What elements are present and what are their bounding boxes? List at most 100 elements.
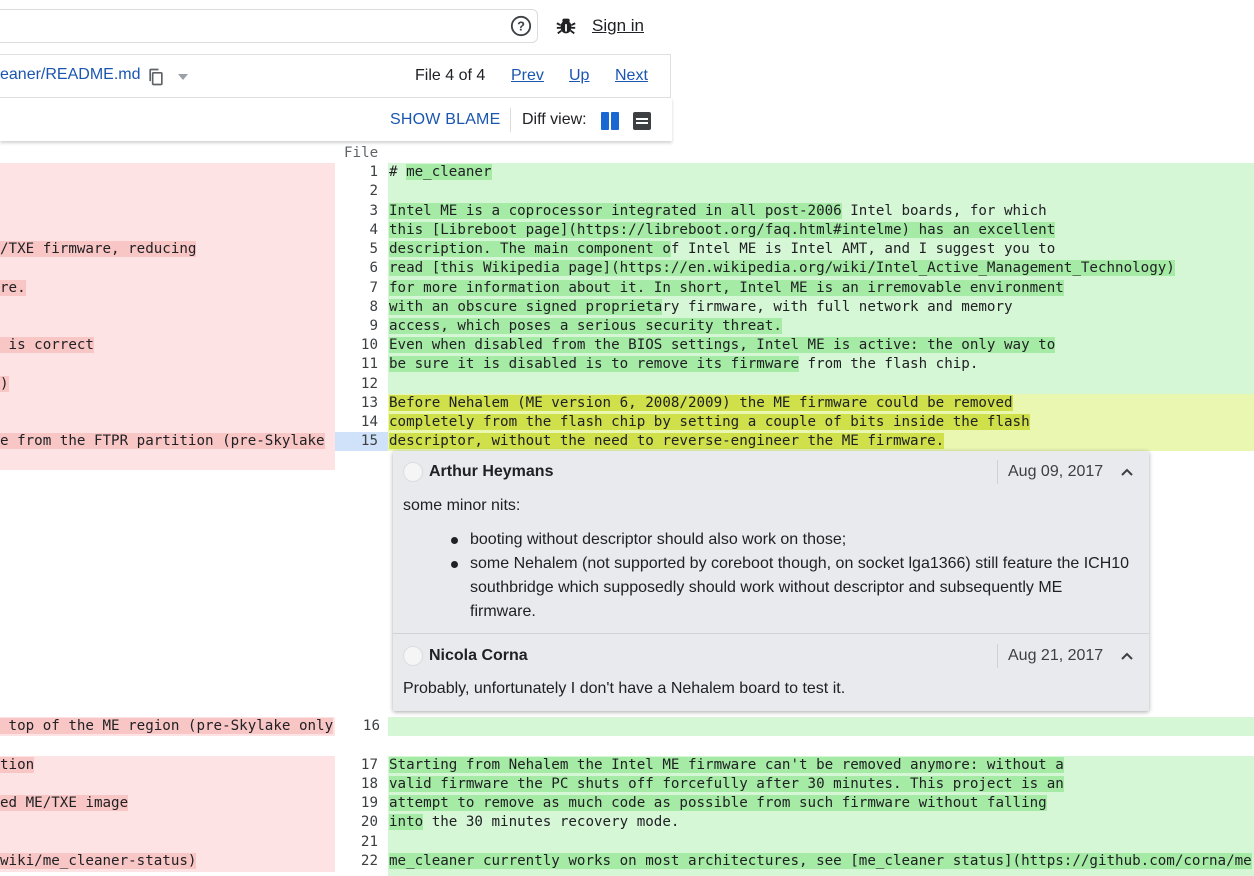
- line-number[interactable]: 7: [338, 279, 378, 298]
- left-code-line: e from the FTPR partition (pre-Skylake: [0, 432, 325, 451]
- removed-text: is correct: [0, 337, 94, 353]
- left-code-line: ed ME/TXE image: [0, 794, 129, 813]
- line-number[interactable]: 18: [338, 775, 378, 794]
- bullet-text: booting without descriptor should also w…: [470, 531, 847, 548]
- right-code-line: descriptor, without the need to reverse-…: [389, 432, 945, 451]
- removed-text: wiki/me_cleaner-status): [0, 853, 197, 869]
- next-file-link[interactable]: Next: [615, 67, 648, 85]
- right-code-line: into the 30 minutes recovery mode.: [389, 813, 679, 832]
- right-code-line: completely from the flash chip by settin…: [389, 413, 1030, 432]
- sign-in-link[interactable]: Sign in: [592, 16, 644, 36]
- line-number[interactable]: 17: [338, 756, 378, 775]
- right-code-line: this [Libreboot page](https://libreboot.…: [389, 221, 1056, 240]
- added-text: attempt to remove as much code as possib…: [389, 795, 1047, 811]
- prev-file-link[interactable]: Prev: [511, 67, 544, 85]
- code-text: #: [389, 164, 407, 180]
- added-text: valid firmware the PC shuts off forceful…: [389, 776, 1064, 792]
- line-number[interactable]: 14: [338, 413, 378, 432]
- up-link[interactable]: Up: [569, 67, 589, 85]
- line-number[interactable]: 20: [338, 813, 378, 832]
- code-text: f Intel ME is Intel AMT, and I suggest y…: [670, 241, 1056, 257]
- avatar: [403, 462, 423, 482]
- code-text: the 30 minutes recovery mode.: [423, 814, 680, 830]
- added-text: me_cleaner currently works on most archi…: [389, 853, 1252, 869]
- left-code-line: top of the ME region (pre-Skylake only: [0, 717, 334, 736]
- comment-divider: [393, 633, 1149, 634]
- removed-text: /TXE firmware, reducing: [0, 241, 197, 257]
- line-number[interactable]: 11: [338, 355, 378, 374]
- comment-body: some minor nits:: [403, 497, 521, 514]
- added-lines-bg: [388, 717, 1254, 736]
- line-number[interactable]: 19: [338, 794, 378, 813]
- right-code-line: for more information about it. In short,…: [389, 279, 1064, 298]
- chevron-down-icon[interactable]: [176, 70, 190, 84]
- left-code-line: ): [0, 375, 9, 394]
- line-number[interactable]: 9: [338, 317, 378, 336]
- added-text: Even when disabled from the BIOS setting…: [389, 337, 1056, 353]
- search-input[interactable]: [0, 9, 538, 43]
- right-code-line: with an obscure signed proprietary firmw…: [389, 298, 1013, 317]
- bullet-text: some Nehalem (not supported by coreboot …: [470, 555, 1130, 620]
- line-number[interactable]: 13: [338, 394, 378, 413]
- removed-text: ed ME/TXE image: [0, 795, 129, 811]
- line-number[interactable]: 6: [338, 259, 378, 278]
- right-code-line: read [this Wikipedia page](https://en.wi…: [389, 259, 1175, 278]
- added-text: Starting from Nehalem the Intel ME firmw…: [389, 757, 1064, 773]
- line-number[interactable]: 8: [338, 298, 378, 317]
- added-text: description. The main component o: [389, 241, 671, 257]
- svg-text:?: ?: [517, 19, 525, 34]
- line-number[interactable]: 3: [338, 202, 378, 221]
- added-text: Before Nehalem (ME version 6, 2008/2009)…: [389, 395, 1013, 411]
- line-number[interactable]: 5: [338, 240, 378, 259]
- removed-text: re.: [0, 280, 26, 296]
- line-number[interactable]: 10: [338, 336, 378, 355]
- line-number[interactable]: 15: [338, 432, 378, 451]
- diff-view-label: Diff view:: [522, 111, 587, 128]
- copy-icon[interactable]: [146, 67, 166, 87]
- added-text: Intel ME is a coprocessor integrated in …: [389, 203, 842, 219]
- comment-body: Probably, unfortunately I don't have a N…: [403, 680, 846, 697]
- removed-text: tion: [0, 757, 35, 773]
- right-code-line: # me_cleaner: [389, 163, 492, 182]
- unified-view-icon[interactable]: [632, 111, 652, 131]
- toolbar-divider: [510, 108, 511, 132]
- added-text: into: [389, 814, 424, 830]
- right-code-line: me_cleaner currently works on most archi…: [389, 852, 1252, 871]
- line-number[interactable]: 1: [338, 163, 378, 182]
- added-text: for more information about it. In short,…: [389, 280, 1064, 296]
- line-number[interactable]: 22: [338, 852, 378, 871]
- removed-text: top of the ME region (pre-Skylake only: [0, 718, 334, 734]
- file-path[interactable]: eaner/README.md: [0, 66, 141, 84]
- file-column-header: File: [344, 145, 379, 161]
- right-code-line: valid firmware the PC shuts off forceful…: [389, 775, 1064, 794]
- comment-bullet-list: booting without descriptor should also w…: [451, 528, 1131, 624]
- right-code-line: attempt to remove as much code as possib…: [389, 794, 1047, 813]
- line-number[interactable]: 12: [338, 375, 378, 394]
- right-code-line: Starting from Nehalem the Intel ME firmw…: [389, 756, 1064, 775]
- list-item: some Nehalem (not supported by coreboot …: [451, 552, 1131, 624]
- right-code-line: access, which poses a serious security t…: [389, 317, 782, 336]
- avatar: [403, 646, 423, 666]
- side-by-side-view-icon[interactable]: [600, 111, 620, 131]
- added-text: access, which poses a serious security t…: [389, 318, 782, 334]
- added-text: me_cleaner: [406, 164, 492, 180]
- chevron-up-icon[interactable]: [1119, 648, 1135, 664]
- comment-date: Aug 09, 2017: [1008, 463, 1104, 480]
- line-number[interactable]: 2: [338, 182, 378, 201]
- line-number[interactable]: 4: [338, 221, 378, 240]
- line-number[interactable]: 16: [340, 717, 380, 736]
- added-text: be sure it is disabled is to remove its …: [389, 356, 799, 372]
- line-number[interactable]: 21: [338, 833, 378, 852]
- left-code-line: re.: [0, 279, 26, 298]
- code-text: Intel boards, for which: [841, 203, 1047, 219]
- comment-author: Arthur Heymans: [429, 463, 554, 480]
- removed-text: e from the FTPR partition (pre-Skylake: [0, 433, 325, 449]
- show-blame-button[interactable]: SHOW BLAME: [390, 111, 500, 129]
- bug-report-icon[interactable]: [555, 15, 577, 37]
- help-icon[interactable]: ?: [510, 15, 532, 37]
- chevron-up-icon[interactable]: [1119, 464, 1135, 480]
- comment-thread: Arthur Heymans Aug 09, 2017 some minor n…: [393, 451, 1149, 711]
- bullet-dot: [451, 537, 458, 544]
- comment-header-divider: [997, 644, 998, 668]
- code-text: ry firmware, with full network and memor…: [662, 299, 1013, 315]
